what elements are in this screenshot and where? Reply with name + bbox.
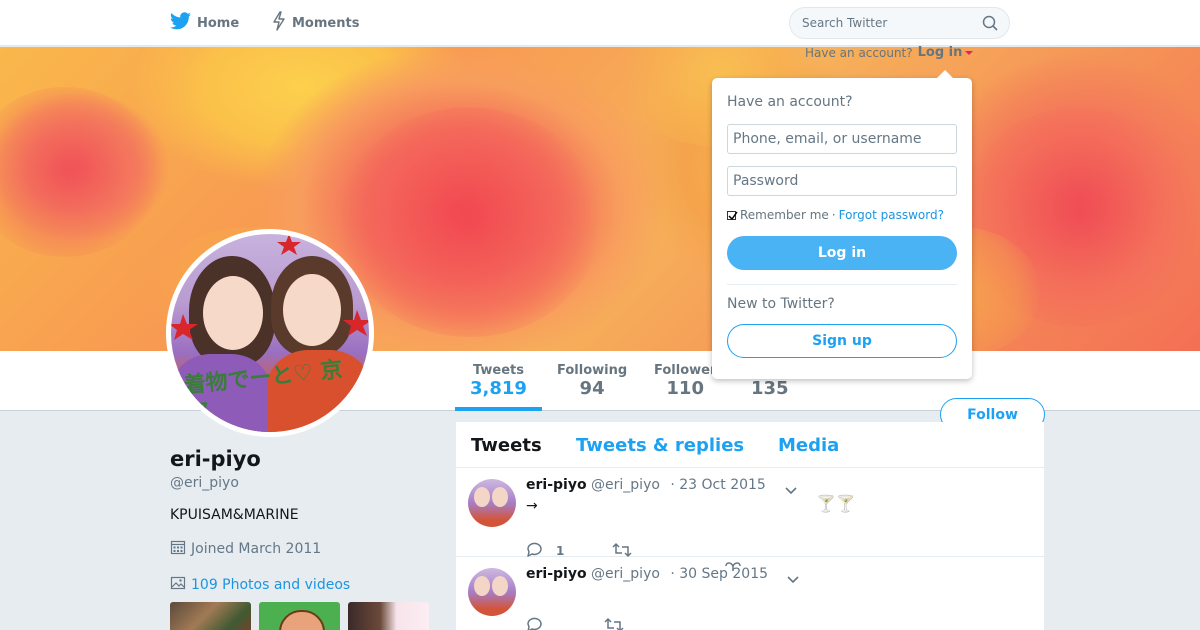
tweet-date[interactable]: · 30 Sep 2015 — [670, 566, 768, 582]
login-dropdown-heading: Have an account? — [727, 94, 853, 110]
username-field[interactable]: Phone, email, or username — [727, 124, 957, 154]
password-field[interactable]: Password — [727, 166, 957, 196]
stat-value: 110 — [666, 378, 704, 399]
nav-moments-label: Moments — [292, 15, 360, 31]
tweet-avatar[interactable] — [468, 479, 516, 527]
login-button[interactable]: Log in — [727, 236, 957, 270]
new-to-twitter-heading: New to Twitter? — [727, 296, 835, 312]
profile-handle[interactable]: @eri_piyo — [170, 475, 239, 491]
nav-home-label: Home — [197, 15, 240, 31]
tweet-header: eri-piyo @eri_piyo · 23 Oct 2015 — [526, 477, 766, 493]
search-icon[interactable] — [982, 15, 999, 35]
calendar-icon — [170, 539, 186, 559]
chevron-down-icon[interactable] — [786, 570, 800, 589]
tweet-author-name[interactable]: eri-piyo — [526, 566, 587, 582]
media-thumbnail[interactable] — [259, 602, 340, 630]
profile-name[interactable]: eri-piyo — [170, 447, 261, 471]
forgot-password-link[interactable]: Forgot password? — [839, 208, 944, 222]
stat-label: Following — [557, 363, 628, 378]
tab-tweets[interactable]: Tweets — [471, 435, 542, 456]
photos-videos-link[interactable]: 109 Photos and videos — [170, 575, 350, 595]
stat-value: 94 — [579, 378, 605, 399]
timeline-tabs: Tweets Tweets & replies Media — [456, 422, 1044, 468]
media-thumbnail[interactable] — [348, 602, 429, 630]
tweet-emoji: 🍸🍸 — [816, 494, 856, 513]
dropdown-divider — [727, 284, 957, 285]
tweet-date[interactable]: · 23 Oct 2015 — [670, 477, 765, 493]
tab-media[interactable]: Media — [778, 435, 839, 456]
stat-label: Tweets — [472, 363, 524, 378]
twitter-bird-icon — [170, 12, 191, 34]
photos-videos-label: 109 Photos and videos — [191, 577, 351, 593]
stat-value: 3,819 — [470, 378, 527, 399]
password-placeholder: Password — [733, 173, 799, 189]
profile-bio: KPUISAM&MARINE — [170, 507, 299, 523]
login-prompt: Have an account? Log in — [805, 45, 974, 60]
tweet-text: → — [526, 498, 538, 514]
reply-icon — [526, 617, 544, 630]
chevron-down-icon[interactable] — [784, 481, 798, 500]
login-dropdown: Have an account? Phone, email, or userna… — [712, 70, 972, 379]
remember-row: Remember me · Forgot password? — [727, 208, 944, 222]
login-dropdown-toggle[interactable]: Log in — [918, 45, 974, 60]
tweet-author-handle[interactable]: @eri_piyo — [591, 477, 660, 493]
nav-moments[interactable]: Moments — [272, 0, 359, 46]
lightning-icon — [272, 11, 286, 35]
tweet-avatar[interactable] — [468, 568, 516, 616]
stat-following[interactable]: Following 94 — [557, 363, 627, 399]
search-input[interactable]: Search Twitter — [789, 7, 1010, 39]
image-icon — [170, 575, 186, 595]
top-navigation-bar: Home Moments Search Twitter — [0, 0, 1200, 46]
active-stat-underline — [455, 407, 542, 411]
nav-home[interactable]: Home — [170, 0, 239, 46]
search-placeholder: Search Twitter — [802, 16, 888, 30]
reply-count: 1 — [556, 544, 565, 558]
login-prompt-text: Have an account? — [805, 45, 913, 60]
profile-joined-text: Joined March 2011 — [191, 541, 322, 557]
caret-down-icon — [965, 50, 974, 55]
remember-me-checkbox[interactable] — [727, 210, 738, 220]
profile-avatar[interactable]: 着物でーと♡ 京都 — [166, 229, 374, 437]
remember-me-label[interactable]: Remember me — [740, 208, 829, 222]
remember-separator: · — [831, 208, 836, 222]
tweet[interactable]: eri-piyo @eri_piyo · 23 Oct 2015 → 🍸🍸 1 — [456, 468, 1044, 571]
stat-followers[interactable]: Follower 110 — [654, 363, 716, 399]
media-thumbnail[interactable] — [170, 602, 251, 630]
username-placeholder: Phone, email, or username — [733, 131, 922, 147]
stat-tweets[interactable]: Tweets 3,819 — [470, 363, 527, 399]
reply-button[interactable] — [526, 617, 544, 630]
tweet[interactable]: eri-piyo @eri_piyo · 30 Sep 2015 — [456, 557, 1044, 630]
stat-label: Follower — [654, 363, 717, 378]
login-dropdown-label: Log in — [917, 45, 963, 60]
tweet-author-handle[interactable]: @eri_piyo — [591, 566, 660, 582]
stat-value: 135 — [751, 378, 789, 399]
retweet-button[interactable] — [604, 617, 624, 630]
tab-tweets-replies[interactable]: Tweets & replies — [576, 435, 744, 456]
timeline: Tweets Tweets & replies Media eri-piyo @… — [456, 422, 1044, 630]
tweet-actions — [526, 617, 624, 630]
tweet-header: eri-piyo @eri_piyo · 30 Sep 2015 — [526, 566, 768, 582]
tweet-author-name[interactable]: eri-piyo — [526, 477, 587, 493]
signup-button[interactable]: Sign up — [727, 324, 957, 358]
retweet-icon — [604, 617, 624, 630]
profile-joined: Joined March 2011 — [170, 539, 321, 559]
